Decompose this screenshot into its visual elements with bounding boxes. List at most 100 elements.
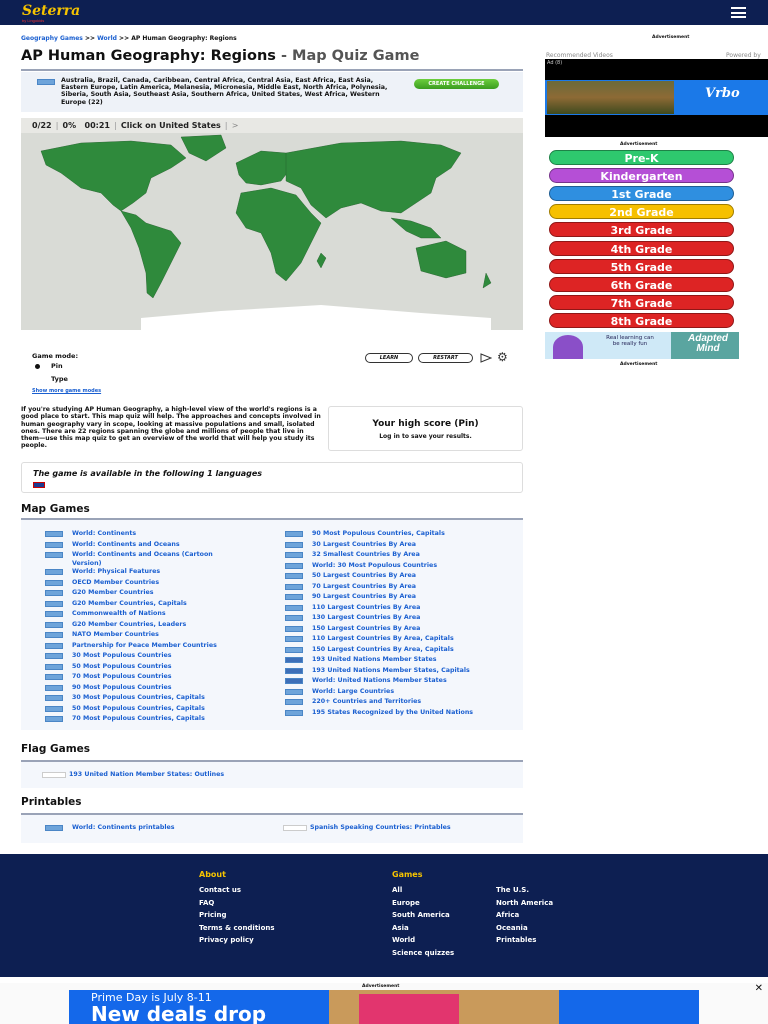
map-game-link[interactable]: 110 Largest Countries By Area (285, 603, 473, 614)
settings-gear-icon[interactable]: ⚙ (497, 350, 508, 364)
footer-link[interactable]: Europe (392, 897, 454, 910)
grade-button[interactable]: 5th Grade (549, 258, 734, 274)
footer-link[interactable]: North America (496, 897, 553, 910)
map-game-link[interactable]: 193 United Nations Member States, Capita… (285, 666, 473, 677)
adaptedmind-ad[interactable]: Real learning can be really fun Adapted M… (545, 332, 739, 359)
prime-day-ad[interactable]: Prime Day is July 8-11 New deals drop (69, 990, 699, 1024)
skip-button[interactable]: > (232, 121, 239, 130)
map-game-link[interactable]: World: 30 Most Populous Countries (285, 561, 473, 572)
map-game-link[interactable]: World: Physical Features (45, 567, 235, 578)
map-game-link[interactable]: 30 Largest Countries By Area (285, 540, 473, 551)
footer-link[interactable]: All (392, 884, 454, 897)
top-header: Seterra by Lingokids (0, 0, 768, 25)
printable-link[interactable]: Spanish Speaking Countries: Printables (283, 823, 451, 834)
breadcrumb-world[interactable]: World (97, 35, 117, 42)
printable-link[interactable]: World: Continents printables (45, 823, 175, 834)
map-game-link[interactable]: 90 Largest Countries By Area (285, 592, 473, 603)
map-game-link[interactable]: World: Continents (45, 529, 235, 540)
footer-link[interactable]: The U.S. (496, 884, 553, 897)
map-game-link[interactable]: 70 Most Populous Countries (45, 672, 235, 683)
map-game-link[interactable]: 150 Largest Countries By Area (285, 624, 473, 635)
footer-link[interactable]: Asia (392, 922, 454, 935)
link-label: Spanish Speaking Countries: Printables (310, 824, 451, 831)
footer-link[interactable]: Terms & conditions (199, 922, 275, 935)
map-game-link[interactable]: 193 United Nations Member States (285, 655, 473, 666)
grade-button[interactable]: 7th Grade (549, 294, 734, 310)
seterra-logo[interactable]: Seterra by Lingokids (22, 3, 80, 23)
footer-link[interactable]: South America (392, 909, 454, 922)
restart-button[interactable]: RESTART (418, 353, 473, 363)
map-game-link[interactable]: 50 Most Populous Countries, Capitals (45, 704, 235, 715)
map-game-link[interactable]: World: Continents and Oceans (Cartoon Ve… (45, 550, 235, 567)
grade-button[interactable]: 6th Grade (549, 276, 734, 292)
breadcrumb-geography-games[interactable]: Geography Games (21, 35, 83, 42)
footer-link[interactable]: Oceania (496, 922, 553, 935)
high-score-login[interactable]: Log in to save your results. (329, 433, 522, 440)
footer-link[interactable]: Privacy policy (199, 934, 275, 947)
map-game-link[interactable]: Commonwealth of Nations (45, 609, 235, 620)
map-game-link[interactable]: 30 Most Populous Countries, Capitals (45, 693, 235, 704)
map-game-link[interactable]: 50 Largest Countries By Area (285, 571, 473, 582)
region-africa (235, 187, 322, 282)
grade-button[interactable]: 4th Grade (549, 240, 734, 256)
mode-type-label: Type (51, 375, 68, 383)
footer-link[interactable]: FAQ (199, 897, 275, 910)
map-game-link[interactable]: OECD Member Countries (45, 578, 235, 589)
hamburger-menu-icon[interactable] (731, 7, 746, 18)
grade-button[interactable]: 8th Grade (549, 312, 734, 328)
map-game-link[interactable]: World: Large Countries (285, 687, 473, 698)
footer-link[interactable]: World (392, 934, 454, 947)
map-game-link[interactable]: 70 Largest Countries By Area (285, 582, 473, 593)
map-games-list: World: Continents World: Continents and O… (21, 520, 523, 730)
link-label: World: Continents (72, 530, 137, 537)
map-game-link[interactable]: 30 Most Populous Countries (45, 651, 235, 662)
map-game-link[interactable]: Partnership for Peace Member Countries (45, 641, 235, 652)
close-ad-icon[interactable]: ✕ (755, 983, 763, 994)
footer-link[interactable]: Pricing (199, 909, 275, 922)
map-game-link[interactable]: 32 Smallest Countries By Area (285, 550, 473, 561)
grade-button[interactable]: 3rd Grade (549, 222, 734, 238)
map-game-link[interactable]: World: Continents and Oceans (45, 540, 235, 551)
footer-link[interactable]: Contact us (199, 884, 275, 897)
map-game-link[interactable]: G20 Member Countries (45, 588, 235, 599)
map-game-link[interactable]: World: United Nations Member States (285, 676, 473, 687)
flag-game-link[interactable]: 193 United Nation Member States: Outline… (42, 770, 224, 781)
video-ad-player[interactable]: Ad (8) Vrbo (545, 59, 768, 137)
mode-type-radio[interactable]: Type (32, 375, 68, 384)
map-game-link[interactable]: 70 Most Populous Countries, Capitals (45, 714, 235, 725)
ad-brand: Adapted Mind (688, 333, 728, 354)
world-map[interactable] (21, 133, 523, 330)
link-label: 50 Largest Countries By Area (312, 572, 417, 579)
map-game-link[interactable]: 50 Most Populous Countries (45, 662, 235, 673)
footer-link[interactable]: Science quizzes (392, 947, 454, 960)
learn-button[interactable]: LEARN (365, 353, 413, 363)
link-label: 30 Most Populous Countries, Capitals (72, 694, 205, 701)
map-game-link[interactable]: NATO Member Countries (45, 630, 235, 641)
grade-button[interactable]: 1st Grade (549, 186, 734, 202)
create-challenge-button[interactable]: CREATE CHALLENGE (414, 79, 499, 89)
map-game-link[interactable]: 110 Largest Countries By Area, Capitals (285, 634, 473, 645)
map-game-link[interactable]: 130 Largest Countries By Area (285, 613, 473, 624)
show-more-game-modes-link[interactable]: Show more game modes (32, 388, 101, 394)
grade-button[interactable]: Pre-K (549, 150, 734, 165)
grade-button[interactable]: Kindergarten (549, 168, 734, 184)
map-game-link[interactable]: G20 Member Countries, Leaders (45, 620, 235, 631)
map-game-link[interactable]: 150 Largest Countries By Area, Capitals (285, 645, 473, 656)
map-thumbnail-icon (45, 663, 63, 670)
footer-link[interactable]: Printables (496, 934, 553, 947)
footer-link[interactable]: Africa (496, 909, 553, 922)
map-game-link[interactable]: G20 Member Countries, Capitals (45, 599, 235, 610)
uk-flag-icon[interactable] (33, 482, 45, 488)
link-label: World: Large Countries (312, 687, 395, 695)
map-game-link[interactable]: 220+ Countries and Territories (285, 697, 473, 708)
map-game-link[interactable]: 90 Most Populous Countries, Capitals (285, 529, 473, 540)
map-game-link[interactable]: 195 States Recognized by the United Nati… (285, 708, 473, 719)
grade-button[interactable]: 2nd Grade (549, 204, 734, 220)
map-thumbnail-icon (285, 636, 303, 642)
radio-selected-icon (35, 364, 40, 369)
map-game-link[interactable]: 90 Most Populous Countries (45, 683, 235, 694)
world-map-svg[interactable] (21, 133, 523, 330)
mode-pin-radio[interactable]: Pin (32, 362, 63, 371)
link-label: World: Physical Features (72, 568, 161, 575)
play-icon[interactable] (480, 353, 492, 363)
